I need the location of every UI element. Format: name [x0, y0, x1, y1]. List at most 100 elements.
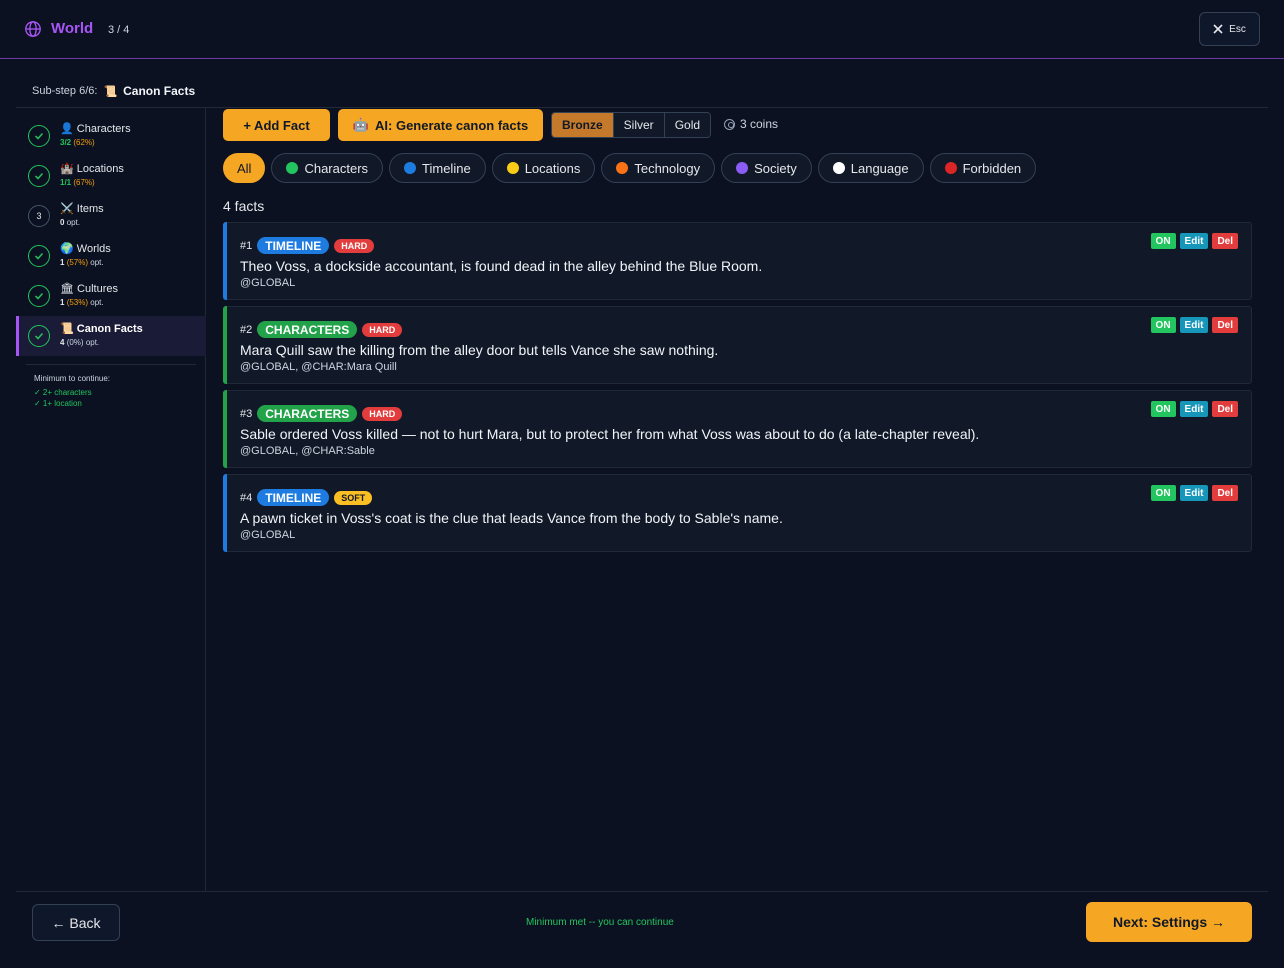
- filter-society[interactable]: Society: [721, 153, 812, 183]
- minimum-title: Minimum to continue:: [34, 374, 111, 383]
- fact-text: Mara Quill saw the killing from the alle…: [240, 342, 719, 358]
- fact-scope: @GLOBAL, @CHAR:Sable: [240, 445, 375, 457]
- filter-label: Locations: [524, 160, 581, 176]
- filter-technology[interactable]: Technology: [601, 153, 716, 183]
- person-icon: 👤: [60, 123, 74, 135]
- sidebar-item-label: Canon Facts: [76, 323, 143, 335]
- substep-title: Canon Facts: [123, 84, 196, 98]
- delete-button[interactable]: Del: [1212, 485, 1238, 501]
- delete-button[interactable]: Del: [1212, 233, 1238, 249]
- sidebar: 👤 Characters 3/2 (62%) 🏰 Locations 1/1 (…: [16, 108, 206, 891]
- check-icon: [28, 125, 50, 147]
- filter-label: All: [237, 160, 252, 176]
- toggle-on-button[interactable]: ON: [1150, 401, 1176, 417]
- sidebar-item-canon-facts[interactable]: 📜 Canon Facts 4 (0%) opt.: [16, 316, 206, 356]
- tier-selector: Bronze Silver Gold: [551, 112, 712, 138]
- sidebar-item-count: 3/2: [60, 138, 72, 147]
- sidebar-item-pct: (53%): [66, 298, 89, 307]
- close-button-label: Esc: [1229, 23, 1246, 35]
- green-dot-icon: [286, 162, 299, 174]
- sidebar-item-items[interactable]: 3 ⚔️ Items 0 opt.: [16, 196, 206, 236]
- sidebar-item-suffix: opt.: [85, 338, 100, 347]
- minimum-item: ✓ 2+ characters: [34, 388, 92, 397]
- close-button[interactable]: Esc: [1199, 12, 1260, 46]
- filter-timeline[interactable]: Timeline: [389, 153, 486, 183]
- ai-generate-button[interactable]: 🤖 AI: Generate canon facts: [338, 109, 543, 141]
- check-icon: [28, 285, 50, 307]
- fact-card: #3 CHARACTERS HARD Sable ordered Voss ki…: [223, 390, 1252, 468]
- step-counter: 3 / 4: [108, 24, 130, 36]
- tier-silver[interactable]: Silver: [613, 113, 665, 137]
- fact-text: Sable ordered Voss killed — not to hurt …: [240, 426, 980, 442]
- toggle-on-button[interactable]: ON: [1150, 317, 1176, 333]
- edit-button[interactable]: Edit: [1179, 401, 1209, 417]
- edit-button[interactable]: Edit: [1179, 233, 1209, 249]
- fact-number: #4: [240, 491, 253, 504]
- back-button[interactable]: ← Back: [32, 904, 120, 941]
- sidebar-item-cultures[interactable]: 🏛 Cultures 1 (53%) opt.: [16, 276, 206, 316]
- fact-card: #4 TIMELINE SOFT A pawn ticket in Voss's…: [223, 474, 1252, 552]
- add-fact-button[interactable]: + Add Fact: [223, 109, 330, 141]
- fact-text: Theo Voss, a dockside accountant, is fou…: [240, 258, 763, 274]
- toggle-on-button[interactable]: ON: [1150, 485, 1176, 501]
- sidebar-item-pct: (0%): [66, 338, 84, 347]
- sidebar-item-locations[interactable]: 🏰 Locations 1/1 (67%): [16, 156, 206, 196]
- sidebar-item-characters[interactable]: 👤 Characters 3/2 (62%): [16, 116, 206, 156]
- filter-all[interactable]: All: [223, 153, 266, 183]
- page-title: World: [51, 20, 94, 37]
- sidebar-item-label: Worlds: [76, 243, 111, 255]
- filter-label: Timeline: [422, 160, 471, 176]
- fact-card: #2 CHARACTERS HARD Mara Quill saw the ki…: [223, 306, 1252, 384]
- temple-icon: 🏛: [60, 283, 74, 295]
- ai-generate-label: AI: Generate canon facts: [375, 117, 529, 133]
- filter-locations[interactable]: Locations: [491, 153, 596, 183]
- severity-badge: HARD: [334, 238, 375, 253]
- globe-icon: [25, 21, 41, 37]
- toggle-on-button[interactable]: ON: [1150, 233, 1176, 249]
- fact-count: 4 facts: [223, 198, 265, 214]
- red-dot-icon: [944, 162, 957, 174]
- delete-button[interactable]: Del: [1212, 401, 1238, 417]
- top-bar: World 3 / 4 Esc: [0, 0, 1284, 59]
- fact-number: #1: [240, 239, 253, 252]
- sidebar-item-pct: (67%): [73, 178, 95, 187]
- filter-language[interactable]: Language: [817, 153, 924, 183]
- filter-forbidden[interactable]: Forbidden: [929, 153, 1037, 183]
- sidebar-item-label: Cultures: [77, 283, 118, 295]
- edit-button[interactable]: Edit: [1179, 485, 1209, 501]
- sidebar-item-suffix: opt.: [66, 218, 81, 227]
- severity-badge: HARD: [362, 322, 403, 337]
- yellow-dot-icon: [506, 162, 519, 174]
- tier-gold[interactable]: Gold: [664, 113, 711, 137]
- sidebar-item-label: Locations: [76, 163, 124, 175]
- next-button[interactable]: Next: Settings →: [1086, 902, 1252, 942]
- severity-badge: HARD: [362, 406, 403, 421]
- sidebar-item-pct: (62%): [73, 138, 95, 147]
- close-icon: [1213, 24, 1223, 34]
- fact-number: #2: [240, 323, 253, 336]
- check-icon: [28, 165, 50, 187]
- robot-icon: 🤖: [352, 117, 370, 132]
- substep-header: Sub-step 6/6: 📜 Canon Facts: [32, 84, 195, 98]
- sidebar-item-suffix: opt.: [90, 258, 104, 267]
- check-icon: [28, 245, 50, 267]
- edit-button[interactable]: Edit: [1179, 317, 1209, 333]
- filter-label: Society: [754, 160, 797, 176]
- castle-icon: 🏰: [60, 163, 74, 175]
- tier-bronze[interactable]: Bronze: [552, 113, 614, 137]
- sidebar-item-worlds[interactable]: 🌍 Worlds 1 (57%) opt.: [16, 236, 206, 276]
- status-message: Minimum met -- you can continue: [526, 917, 674, 928]
- scroll-icon: 📜: [60, 323, 74, 335]
- filter-characters[interactable]: Characters: [271, 153, 384, 183]
- earth-icon: 🌍: [60, 243, 74, 255]
- category-badge: TIMELINE: [257, 489, 330, 506]
- delete-button[interactable]: Del: [1212, 317, 1238, 333]
- orange-dot-icon: [616, 162, 629, 174]
- purple-dot-icon: [736, 162, 749, 174]
- substep-label: Sub-step 6/6:: [32, 85, 98, 97]
- category-badge: CHARACTERS: [257, 321, 358, 338]
- coin-balance: 3 coins: [724, 117, 778, 131]
- sidebar-divider: [26, 364, 196, 365]
- scroll-icon: 📜: [103, 85, 118, 98]
- step-number: 3: [28, 205, 50, 227]
